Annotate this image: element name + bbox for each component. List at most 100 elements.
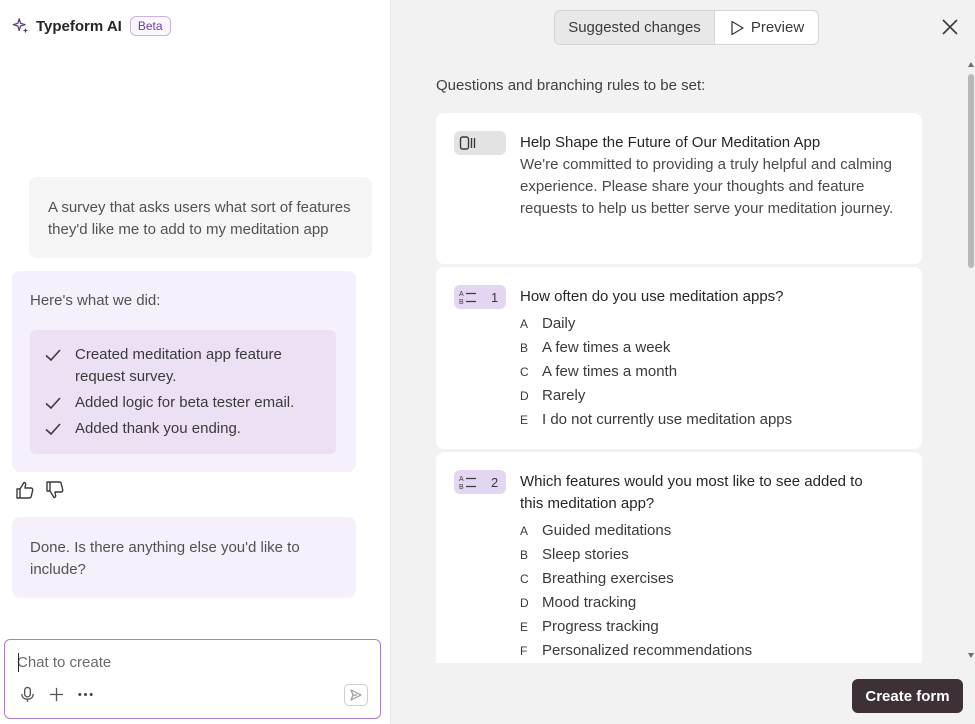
choice-label: Progress tracking — [542, 618, 659, 635]
question-number: 1 — [491, 289, 499, 305]
choice-item: F Personalized recommendations — [520, 639, 922, 663]
chat-panel: Typeform AI Beta A survey that asks user… — [0, 0, 390, 724]
choice-letter: D — [520, 389, 529, 403]
choice-label: Mood tracking — [542, 594, 637, 611]
choice-label: Rarely — [542, 387, 586, 404]
question-card-2[interactable]: A B 2 Which features would you most like… — [436, 452, 922, 663]
multiple-choice-tag: A B 2 — [454, 470, 506, 494]
play-icon — [731, 20, 744, 35]
statement-title: Help Shape the Future of Our Meditation … — [520, 134, 821, 151]
view-toggle: Suggested changes Preview — [554, 10, 819, 45]
choice-label: Daily — [542, 315, 576, 332]
svg-text:A: A — [459, 291, 464, 298]
choice-letter: B — [520, 548, 529, 562]
choice-letter: E — [520, 620, 529, 634]
question-body: Which features would you most like to se… — [520, 452, 922, 663]
choice-item: B A few times a week — [520, 336, 922, 360]
list-item: Created meditation app feature request s… — [44, 344, 326, 388]
statement-type-tag — [454, 131, 506, 155]
chat-input[interactable] — [17, 654, 337, 671]
choice-letter: E — [520, 413, 529, 427]
question-text: How often do you use meditation apps? — [520, 288, 784, 305]
question-list: Help Shape the Future of Our Meditation … — [436, 113, 922, 663]
send-icon — [350, 689, 362, 701]
choice-label: Personalized recommendations — [542, 642, 753, 659]
ai-followup-message: Done. Is there anything else you'd like … — [12, 517, 356, 598]
choice-letter: C — [520, 365, 529, 379]
choice-item: B Sleep stories — [520, 543, 922, 567]
choice-item: E I do not currently use meditation apps — [520, 408, 922, 432]
thumbs-down-icon[interactable] — [45, 480, 65, 500]
checkmark-icon — [45, 423, 61, 436]
scroll-down-arrow[interactable] — [968, 653, 974, 658]
choice-item: C Breathing exercises — [520, 567, 922, 591]
checkmark-icon — [45, 397, 61, 410]
app-title: Typeform AI — [36, 17, 122, 35]
choice-letter: F — [520, 644, 528, 658]
tab-preview-label: Preview — [750, 19, 805, 36]
svg-text:A: A — [459, 476, 464, 483]
scroll-up-arrow[interactable] — [968, 62, 974, 67]
choice-label: A few times a month — [542, 363, 678, 380]
list-item-label: Created meditation app feature request s… — [75, 346, 282, 385]
choice-item: D Mood tracking — [520, 591, 922, 615]
question-body: How often do you use meditation apps? AD… — [520, 267, 922, 432]
choice-item: D Rarely — [520, 384, 922, 408]
sparkle-icon — [12, 18, 29, 34]
plus-icon[interactable] — [48, 686, 65, 703]
question-text: Which features would you most like to se… — [520, 473, 863, 512]
send-button[interactable] — [344, 684, 368, 706]
create-form-button[interactable]: Create form — [852, 679, 963, 713]
choice-letter: A — [520, 524, 529, 538]
checkmark-icon — [45, 349, 61, 362]
choice-label: I do not currently use meditation apps — [542, 411, 793, 428]
statement-body: Help Shape the Future of Our Meditation … — [520, 113, 922, 220]
choice-item: A Daily — [520, 312, 922, 336]
choice-item: E Progress tracking — [520, 615, 922, 639]
app-header: Typeform AI Beta — [12, 14, 171, 38]
user-message: A survey that asks users what sort of fe… — [29, 177, 372, 258]
choice-label: A few times a week — [542, 339, 671, 356]
statement-icon — [459, 136, 476, 150]
list-item-label: Added thank you ending. — [75, 420, 241, 437]
ai-summary-list: Created meditation app feature request s… — [30, 330, 336, 454]
list-item: Added logic for beta tester email. — [44, 392, 326, 414]
tab-suggested-changes[interactable]: Suggested changes — [555, 11, 715, 44]
statement-card[interactable]: Help Shape the Future of Our Meditation … — [436, 113, 922, 264]
choice-letter: A — [520, 317, 529, 331]
multiple-choice-icon: A B — [459, 291, 476, 305]
chat-composer — [4, 639, 381, 719]
choice-letter: C — [520, 572, 529, 586]
choice-letter: D — [520, 596, 529, 610]
multiple-choice-tag: A B 1 — [454, 285, 506, 309]
composer-tools — [19, 686, 94, 703]
choice-label: Breathing exercises — [542, 570, 674, 587]
question-card-1[interactable]: A B 1 How often do you use meditation ap… — [436, 267, 922, 449]
scrollbar-thumb[interactable] — [968, 74, 974, 268]
tab-preview[interactable]: Preview — [715, 11, 818, 44]
text-cursor — [18, 653, 19, 672]
multiple-choice-icon: A B — [459, 476, 476, 490]
close-icon[interactable] — [940, 17, 960, 37]
choice-letter: B — [520, 341, 529, 355]
thumbs-up-icon[interactable] — [15, 480, 35, 500]
choice-label: Sleep stories — [542, 546, 629, 563]
list-item-label: Added logic for beta tester email. — [75, 394, 295, 411]
choice-item: A Guided meditations — [520, 519, 922, 543]
feedback-actions — [15, 480, 65, 500]
choice-label: Guided meditations — [542, 522, 672, 539]
svg-text:B: B — [459, 484, 464, 490]
beta-badge: Beta — [129, 16, 171, 36]
ai-summary-heading: Here's what we did: — [30, 292, 161, 309]
vertical-scrollbar[interactable] — [968, 62, 974, 658]
ai-summary-message: Here's what we did: Created meditation a… — [12, 271, 356, 472]
question-number: 2 — [491, 474, 499, 490]
list-item: Added thank you ending. — [44, 418, 326, 440]
suggestions-panel: Suggested changes Preview Questions and … — [390, 0, 975, 724]
statement-description: We're committed to providing a truly hel… — [520, 156, 894, 217]
panel-subtitle: Questions and branching rules to be set: — [436, 77, 706, 94]
svg-text:B: B — [459, 299, 464, 305]
more-options-icon[interactable] — [77, 686, 94, 703]
choice-item: C A few times a month — [520, 360, 922, 384]
microphone-icon[interactable] — [19, 686, 36, 703]
